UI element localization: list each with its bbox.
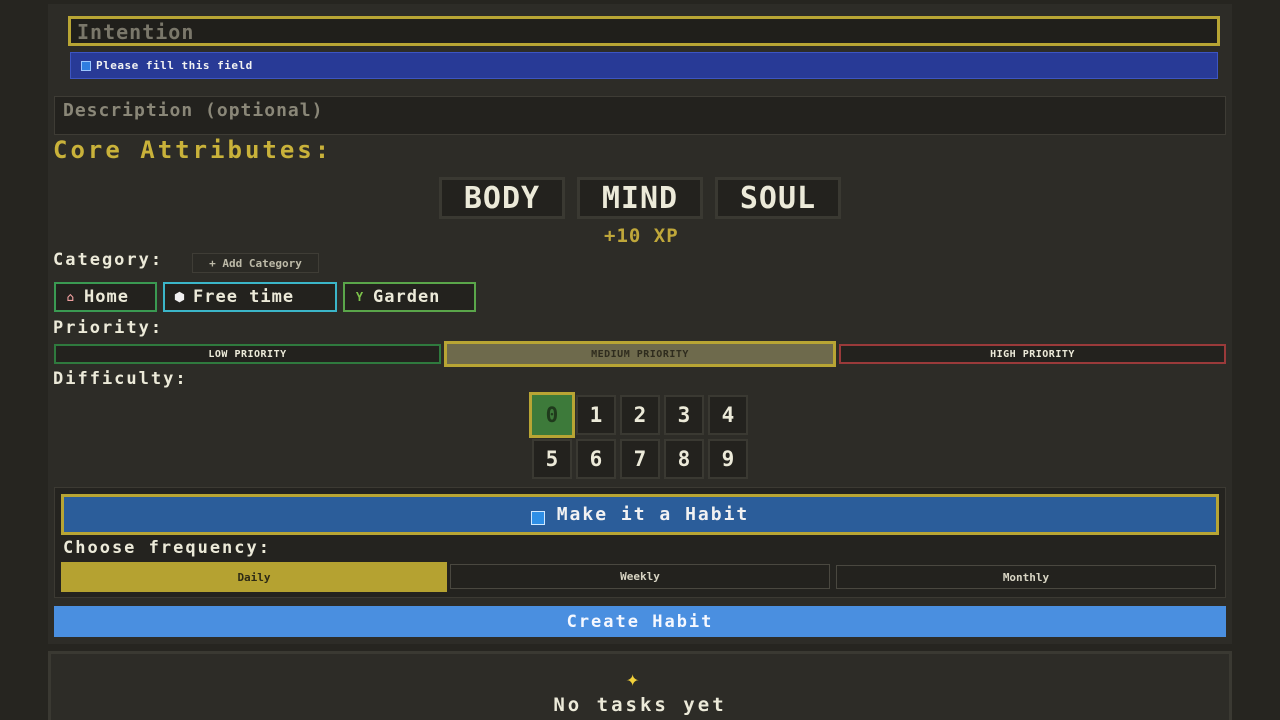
warning-icon [81, 60, 91, 71]
priority-label: Priority: [53, 318, 164, 338]
priority-low-button[interactable]: LOW PRIORITY [54, 344, 441, 364]
dice-icon: ⬢ [174, 290, 186, 304]
frequency-weekly-button[interactable]: Weekly [450, 564, 830, 589]
repeat-icon [530, 510, 545, 525]
attribute-body-button[interactable]: BODY [439, 177, 565, 219]
core-attributes-title: Core Attributes: [53, 136, 333, 164]
difficulty-label: Difficulty: [53, 369, 188, 389]
difficulty-option-3[interactable]: 3 [664, 395, 704, 435]
difficulty-option-2[interactable]: 2 [620, 395, 660, 435]
difficulty-option-7[interactable]: 7 [620, 439, 660, 479]
frequency-monthly-button[interactable]: Monthly [836, 565, 1216, 589]
attribute-soul-button[interactable]: SOUL [715, 177, 841, 219]
category-chip-free-time[interactable]: ⬢ Free time [163, 282, 337, 312]
difficulty-option-6[interactable]: 6 [576, 439, 616, 479]
attribute-mind-button[interactable]: MIND [577, 177, 703, 219]
add-category-button[interactable]: + Add Category [192, 253, 319, 273]
category-chip-garden[interactable]: Y Garden [343, 282, 476, 312]
create-habit-button[interactable]: Create Habit [54, 606, 1226, 637]
difficulty-option-5[interactable]: 5 [532, 439, 572, 479]
description-input[interactable]: Description (optional) [54, 96, 1226, 135]
make-habit-toggle[interactable]: Make it a Habit [61, 494, 1219, 535]
difficulty-option-8[interactable]: 8 [664, 439, 704, 479]
validation-message: Please fill this field [96, 59, 253, 72]
priority-medium-button[interactable]: MEDIUM PRIORITY [444, 341, 836, 367]
category-chip-home[interactable]: ⌂ Home [54, 282, 157, 312]
make-habit-label: Make it a Habit [556, 504, 750, 525]
frequency-daily-button[interactable]: Daily [61, 562, 447, 592]
difficulty-option-9[interactable]: 9 [708, 439, 748, 479]
priority-high-button[interactable]: HIGH PRIORITY [839, 344, 1226, 364]
difficulty-option-1[interactable]: 1 [576, 395, 616, 435]
sparkles-icon: ✦ [626, 667, 640, 692]
category-label: Category: [53, 250, 164, 270]
frequency-label: Choose frequency: [63, 538, 271, 558]
sprout-icon: Y [355, 290, 365, 304]
empty-tasks-message: No tasks yet [553, 694, 727, 716]
difficulty-option-4[interactable]: 4 [708, 395, 748, 435]
xp-reward: +10 XP [604, 225, 679, 247]
validation-tooltip: Please fill this field [70, 52, 1218, 79]
house-icon: ⌂ [66, 290, 76, 304]
intention-input[interactable]: Intention [68, 16, 1220, 46]
difficulty-option-0[interactable]: 0 [529, 392, 575, 438]
